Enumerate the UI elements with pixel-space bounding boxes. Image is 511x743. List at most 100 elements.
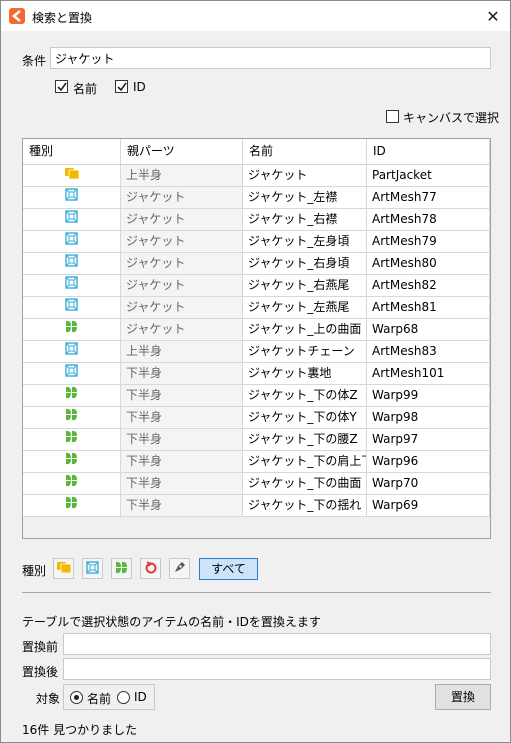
row-type-cell [23, 275, 121, 296]
row-id-cell: Warp98 [367, 407, 490, 428]
table-row[interactable]: 下半身 ジャケット裏地 ArtMesh101 [23, 363, 490, 385]
condition-input[interactable]: ジャケット [50, 47, 491, 69]
row-name-cell: ジャケット裏地 [243, 363, 367, 384]
row-parent-cell: ジャケット [121, 231, 243, 252]
table-row[interactable]: ジャケット ジャケット_上の曲面 Warp68 [23, 319, 490, 341]
artmesh-filter-button[interactable] [82, 558, 103, 579]
pen-filter-button[interactable] [169, 558, 190, 579]
warp-icon [115, 561, 128, 577]
header-type[interactable]: 種別 [23, 139, 121, 164]
row-type-cell [23, 495, 121, 516]
table-row[interactable]: ジャケット ジャケット_右身頃 ArtMesh80 [23, 253, 490, 275]
row-id-cell: ArtMesh101 [367, 363, 490, 384]
window-title: 検索と置換 [32, 11, 93, 25]
row-type-cell [23, 253, 121, 274]
warp-filter-button[interactable] [111, 558, 132, 579]
table-row[interactable]: ジャケット ジャケット_左燕尾 ArtMesh81 [23, 297, 490, 319]
canvas-select-label: キャンバスで選択 [403, 111, 500, 125]
replace-before-label: 置換前 [22, 640, 59, 654]
table-row[interactable]: ジャケット ジャケット_右襟 ArtMesh78 [23, 209, 490, 231]
table-row[interactable]: 下半身 ジャケット_下の肩上下 Warp96 [23, 451, 490, 473]
rotation-icon [144, 560, 158, 577]
table-row[interactable]: 上半身 ジャケットチェーン ArtMesh83 [23, 341, 490, 363]
row-id-cell: ArtMesh82 [367, 275, 490, 296]
replace-after-input[interactable] [63, 658, 491, 680]
table-row[interactable]: 下半身 ジャケット_下の体Y Warp98 [23, 407, 490, 429]
table-row[interactable]: ジャケット ジャケット_左襟 ArtMesh77 [23, 187, 490, 209]
header-id[interactable]: ID [367, 139, 490, 164]
table-row[interactable]: 下半身 ジャケット_下の体Z Warp99 [23, 385, 490, 407]
target-radio-group: 名前 ID [63, 684, 155, 710]
target-name-radio[interactable] [70, 691, 83, 704]
folder-icon [56, 561, 71, 576]
artmesh-icon [65, 231, 78, 252]
warp-icon [65, 385, 78, 406]
warp-icon [65, 495, 78, 516]
row-id-cell: ArtMesh83 [367, 341, 490, 362]
row-name-cell: ジャケット_下の腰Z [243, 429, 367, 450]
table-row[interactable]: ジャケット ジャケット_右燕尾 ArtMesh82 [23, 275, 490, 297]
row-parent-cell: ジャケット [121, 209, 243, 230]
row-parent-cell: 上半身 [121, 341, 243, 362]
warp-icon [65, 451, 78, 472]
row-name-cell: ジャケットチェーン [243, 341, 367, 362]
artmesh-icon [65, 363, 78, 384]
search-replace-window: 検索と置換 ✕ 条件 ジャケット 名前 ID キャンバスで選択 種別 親パーツ … [0, 0, 511, 743]
row-parent-cell: 上半身 [121, 165, 243, 186]
row-id-cell: Warp70 [367, 473, 490, 494]
header-name[interactable]: 名前 [243, 139, 367, 164]
row-parent-cell: ジャケット [121, 187, 243, 208]
replace-before-input[interactable] [63, 633, 491, 655]
canvas-select-checkbox[interactable] [386, 110, 399, 123]
warp-icon [65, 429, 78, 450]
check-name-checkbox[interactable] [55, 80, 68, 93]
check-name-label: 名前 [73, 82, 98, 96]
all-types-button[interactable]: すべて [199, 558, 258, 580]
header-parent[interactable]: 親パーツ [121, 139, 243, 164]
target-id-radio[interactable] [117, 691, 130, 704]
row-parent-cell: 下半身 [121, 451, 243, 472]
row-name-cell: ジャケット_左身頃 [243, 231, 367, 252]
table-row[interactable]: 下半身 ジャケット_下の揺れ Warp69 [23, 495, 490, 517]
row-parent-cell: ジャケット [121, 253, 243, 274]
condition-label: 条件 [22, 54, 47, 68]
row-parent-cell: ジャケット [121, 319, 243, 340]
table-row[interactable]: 下半身 ジャケット_下の腰Z Warp97 [23, 429, 490, 451]
artmesh-icon [65, 275, 78, 296]
folder-filter-button[interactable] [53, 558, 74, 579]
row-id-cell: Warp97 [367, 429, 490, 450]
row-id-cell: ArtMesh81 [367, 297, 490, 318]
artmesh-icon [65, 209, 78, 230]
close-icon[interactable]: ✕ [482, 5, 504, 27]
warp-icon [65, 407, 78, 428]
row-type-cell [23, 429, 121, 450]
artmesh-icon [65, 341, 78, 362]
app-logo-icon [9, 8, 25, 24]
rotation-filter-button[interactable] [140, 558, 161, 579]
check-id-checkbox[interactable] [115, 80, 128, 93]
row-type-cell [23, 385, 121, 406]
row-parent-cell: 下半身 [121, 429, 243, 450]
row-name-cell: ジャケット_下の体Y [243, 407, 367, 428]
row-name-cell: ジャケット_下の肩上下 [243, 451, 367, 472]
row-type-cell [23, 231, 121, 252]
table-row[interactable]: 上半身 ジャケット PartJacket [23, 165, 490, 187]
row-name-cell: ジャケット_下の曲面 [243, 473, 367, 494]
artmesh-icon [86, 560, 99, 577]
table-row[interactable]: 下半身 ジャケット_下の曲面 Warp70 [23, 473, 490, 495]
target-name-label: 名前 [87, 692, 112, 706]
row-name-cell: ジャケット_右燕尾 [243, 275, 367, 296]
replace-button[interactable]: 置換 [435, 684, 491, 710]
type-filter-label: 種別 [22, 564, 47, 578]
row-name-cell: ジャケット_右襟 [243, 209, 367, 230]
row-parent-cell: 下半身 [121, 363, 243, 384]
row-id-cell: ArtMesh77 [367, 187, 490, 208]
row-id-cell: Warp99 [367, 385, 490, 406]
row-name-cell: ジャケット_上の曲面 [243, 319, 367, 340]
row-type-cell [23, 187, 121, 208]
row-parent-cell: ジャケット [121, 275, 243, 296]
folder-icon [64, 165, 79, 186]
row-name-cell: ジャケット_下の揺れ [243, 495, 367, 516]
table-row[interactable]: ジャケット ジャケット_左身頃 ArtMesh79 [23, 231, 490, 253]
row-id-cell: ArtMesh80 [367, 253, 490, 274]
